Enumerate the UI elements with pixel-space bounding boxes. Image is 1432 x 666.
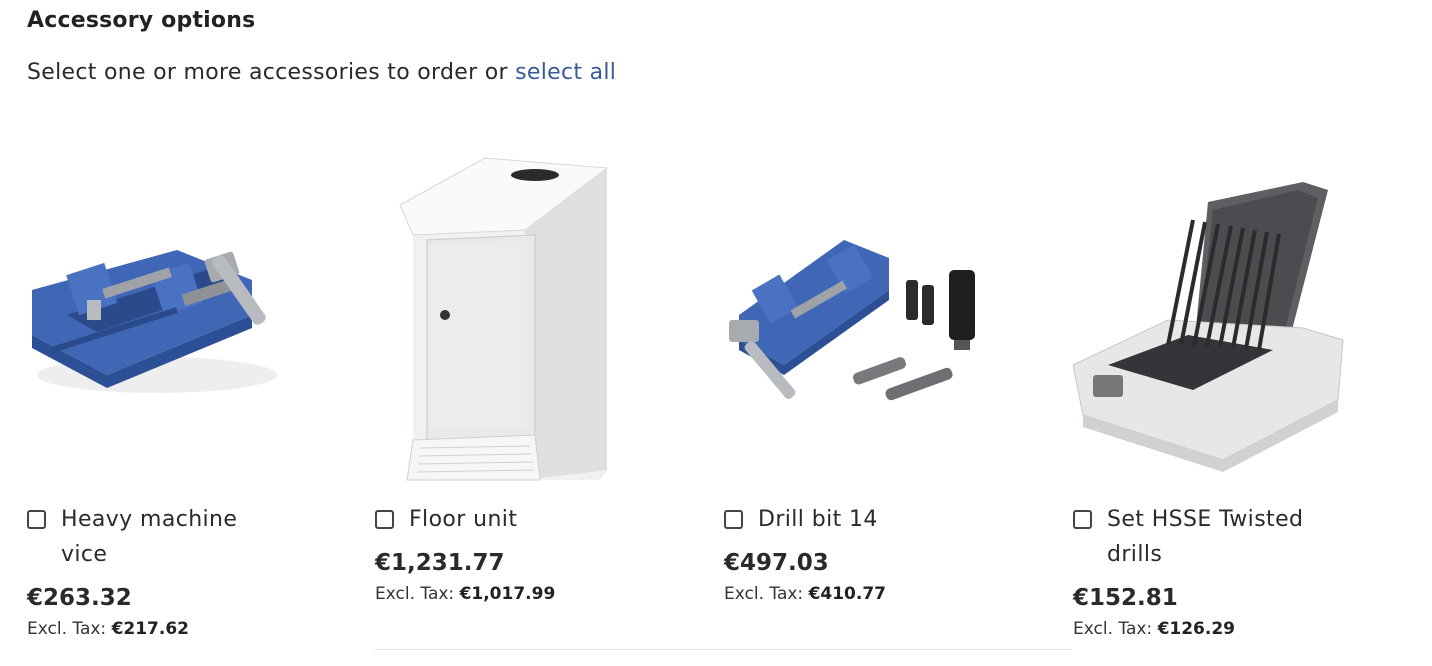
- product-checkbox[interactable]: [375, 510, 394, 529]
- product-name[interactable]: Set HSSE Twisted drills: [1107, 502, 1337, 572]
- divider: [375, 649, 1072, 650]
- floor-cabinet-image[interactable]: [375, 150, 675, 490]
- price-excl-tax: Excl. Tax: €410.77: [724, 584, 886, 604]
- intro-text: Select one or more accessories to order …: [27, 60, 616, 85]
- tax-amount: €126.29: [1157, 619, 1235, 639]
- product-name[interactable]: Drill bit 14: [758, 502, 988, 537]
- tax-label: Excl. Tax:: [375, 584, 455, 604]
- price-excl-tax: Excl. Tax: €1,017.99: [375, 584, 555, 604]
- price-excl-tax: Excl. Tax: €217.62: [27, 619, 189, 639]
- product-checkbox[interactable]: [1073, 510, 1092, 529]
- product-price: €497.03: [724, 550, 829, 576]
- product-card-drill-bit-14: Drill bit 14 €497.03 Excl. Tax: €410.77: [724, 150, 1024, 660]
- product-checkbox[interactable]: [27, 510, 46, 529]
- tax-label: Excl. Tax:: [1073, 619, 1153, 639]
- select-all-link[interactable]: select all: [515, 60, 616, 85]
- tax-label: Excl. Tax:: [27, 619, 107, 639]
- tax-label: Excl. Tax:: [724, 584, 804, 604]
- intro-label: Select one or more accessories to order …: [27, 60, 508, 85]
- tax-amount: €410.77: [808, 584, 886, 604]
- price-excl-tax: Excl. Tax: €126.29: [1073, 619, 1235, 639]
- tax-amount: €1,017.99: [459, 584, 556, 604]
- product-price: €263.32: [27, 585, 132, 611]
- tax-amount: €217.62: [111, 619, 189, 639]
- product-name[interactable]: Floor unit: [409, 502, 639, 537]
- product-card-floor-unit: Floor unit €1,231.77 Excl. Tax: €1,017.9…: [375, 150, 675, 660]
- drill-vice-kit-image[interactable]: [724, 150, 1024, 490]
- product-price: €152.81: [1073, 585, 1178, 611]
- product-price: €1,231.77: [375, 550, 505, 576]
- machine-vice-image[interactable]: [27, 150, 327, 490]
- product-name[interactable]: Heavy machine vice: [61, 502, 291, 572]
- product-checkbox[interactable]: [724, 510, 743, 529]
- product-card-set-hsse-twisted-drills: Set HSSE Twisted drills €152.81 Excl. Ta…: [1073, 150, 1373, 660]
- product-card-heavy-machine-vice: Heavy machine vice €263.32 Excl. Tax: €2…: [27, 150, 327, 660]
- section-title: Accessory options: [27, 8, 256, 33]
- drill-bit-case-image[interactable]: [1073, 150, 1373, 490]
